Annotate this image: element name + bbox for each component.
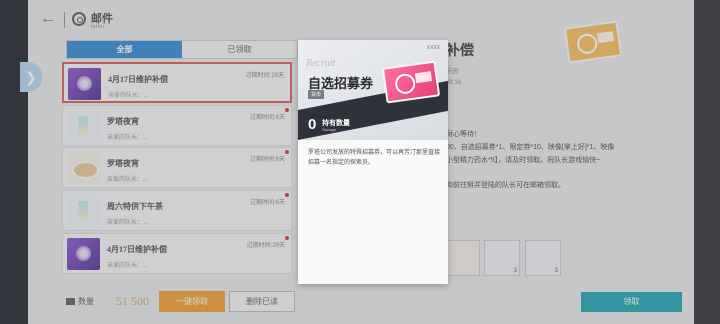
item-detail-popup: Recruit XXXX 自选招募券 货币 0 持有数量 Storage 罗塔公… (298, 40, 448, 284)
ticket-icon (381, 60, 441, 104)
popup-hold-sublabel: Storage (322, 127, 337, 132)
popup-description: 罗塔公司发放的特殊招募券，可以再芳汀那里直接招募一名指定的探索员。 (308, 150, 441, 166)
popup-script-text: Recruit (306, 58, 336, 69)
mail-screen: ← 邮件 letter ✕ 全部 已领取 ❯ 4月17日维护补偿 亲爱的队长：.… (0, 0, 720, 324)
popup-item-tag: 货币 (308, 90, 325, 99)
popup-brand: XXXX (426, 45, 440, 51)
popup-hold-count: 0 (308, 116, 317, 133)
